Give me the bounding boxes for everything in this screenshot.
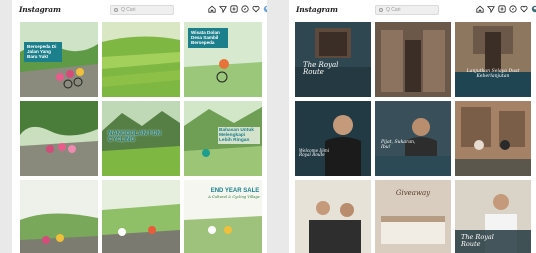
search-placeholder: Q Cari	[121, 7, 136, 13]
search-icon	[114, 8, 118, 12]
instagram-profile-left: Instagram Q Cari Bersepeda Di Jalan Yang…	[12, 0, 267, 253]
post-image	[455, 22, 531, 97]
post-tile[interactable]: Welcome Ijimi Royal Route	[295, 101, 371, 176]
post-caption-title: END YEAR SALE	[210, 188, 260, 194]
post-caption: The Royal Route	[303, 61, 339, 77]
post-caption: Bahasan Untuk Melengkapi Lebih Ringan	[218, 127, 260, 145]
screenshot-collage: Instagram Q Cari Bersepeda Di Jalan Yang…	[0, 0, 536, 253]
post-image	[295, 101, 371, 176]
post-caption: Giveaway	[395, 189, 431, 197]
instagram-profile-right: Instagram Q Cari The Royal Route Lanjutk…	[289, 0, 536, 253]
home-icon[interactable]	[208, 5, 216, 13]
post-image	[20, 180, 98, 253]
posts-grid: Bersepeda Di Jalan Yang Baru Yuk! Wisata	[12, 20, 267, 253]
post-tile[interactable]	[20, 180, 98, 253]
post-caption: Lanjutkan Selaya Dust Keberlanjutan	[466, 69, 520, 79]
posts-grid: The Royal Route Lanjutkan Selaya Dust Ke	[289, 20, 536, 253]
post-caption: Welcome Ijimi Royal Route	[299, 148, 330, 158]
post-image	[295, 180, 371, 253]
search-input[interactable]: Q Cari	[110, 5, 174, 15]
post-caption: The Royal Route	[461, 233, 494, 248]
post-tile[interactable]: The Royal Route	[295, 22, 371, 97]
post-caption: NANGGULAN FUN CYCLING	[108, 131, 161, 144]
post-caption: Pijat, Sukaran, Ibu!	[381, 140, 416, 150]
post-tile[interactable]	[455, 101, 531, 176]
post-tile[interactable]: Wisata Dolan Desa Sambil Bersepeda	[184, 22, 262, 97]
heart-icon[interactable]	[252, 5, 260, 13]
post-image	[295, 22, 371, 97]
post-tile[interactable]: NANGGULAN FUN CYCLING	[102, 101, 180, 176]
search-placeholder: Q Cari	[386, 7, 401, 13]
add-post-icon[interactable]	[230, 5, 238, 13]
post-tile[interactable]: Bersepeda Di Jalan Yang Baru Yuk!	[20, 22, 98, 97]
post-tile[interactable]	[20, 101, 98, 176]
heart-icon[interactable]	[520, 5, 528, 13]
send-icon[interactable]	[487, 5, 495, 13]
post-caption: Bersepeda Di Jalan Yang Baru Yuk!	[24, 42, 62, 63]
top-navigation-bar: Instagram Q Cari	[289, 0, 536, 20]
post-tile[interactable]: The Royal Route	[455, 180, 531, 253]
send-icon[interactable]	[219, 5, 227, 13]
post-image	[102, 22, 180, 97]
post-tile[interactable]: Bahasan Untuk Melengkapi Lebih Ringan	[184, 101, 262, 176]
search-input[interactable]: Q Cari	[375, 5, 439, 15]
add-post-icon[interactable]	[498, 5, 506, 13]
post-tile[interactable]	[102, 180, 180, 253]
search-icon	[379, 8, 383, 12]
profile-icon[interactable]	[531, 5, 536, 13]
post-tile[interactable]: Lanjutkan Selaya Dust Keberlanjutan	[455, 22, 531, 97]
profile-icon[interactable]	[263, 5, 267, 13]
post-caption-subtitle: A Cultural & Cycling Village	[208, 195, 260, 199]
post-caption: Wisata Dolan Desa Sambil Bersepeda	[188, 28, 228, 49]
post-tile[interactable]	[102, 22, 180, 97]
post-tile[interactable]: END YEAR SALE A Cultural & Cycling Villa…	[184, 180, 262, 253]
instagram-logo[interactable]: Instagram	[19, 5, 61, 14]
post-tile[interactable]	[375, 22, 451, 97]
nav-icons	[208, 5, 267, 13]
nav-icons	[476, 5, 536, 13]
post-tile[interactable]: Giveaway	[375, 180, 451, 253]
post-image	[375, 22, 451, 97]
explore-icon[interactable]	[241, 5, 249, 13]
post-tile[interactable]: Pijat, Sukaran, Ibu!	[375, 101, 451, 176]
explore-icon[interactable]	[509, 5, 517, 13]
post-image	[375, 101, 451, 176]
post-tile[interactable]	[295, 180, 371, 253]
top-navigation-bar: Instagram Q Cari	[12, 0, 267, 20]
post-image	[102, 180, 180, 253]
home-icon[interactable]	[476, 5, 484, 13]
post-image	[20, 101, 98, 176]
instagram-logo[interactable]: Instagram	[296, 5, 338, 14]
post-image	[455, 101, 531, 176]
